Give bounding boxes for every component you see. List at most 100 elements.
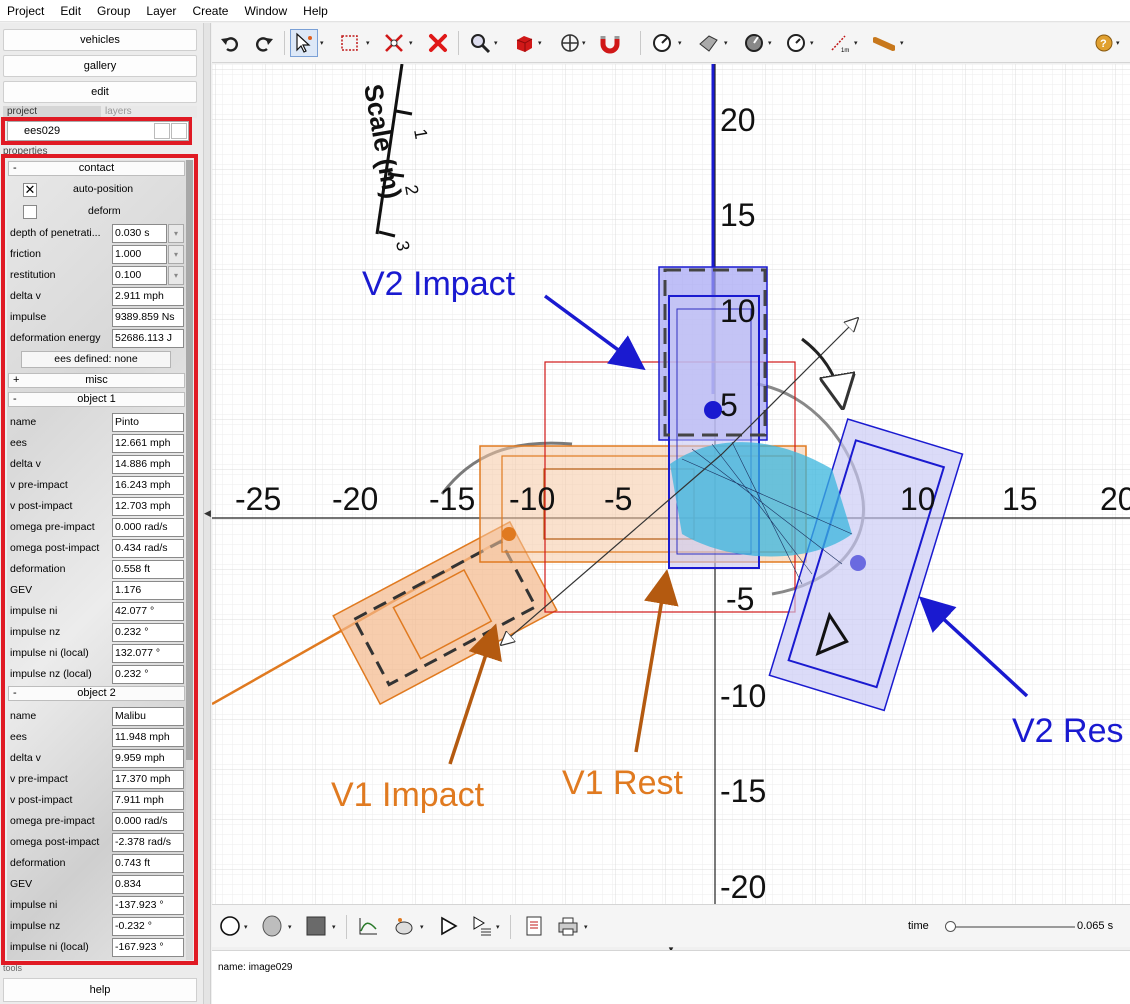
project-lock-toggle[interactable]	[171, 123, 187, 139]
vehicle-tool-button[interactable]	[390, 912, 418, 940]
surface-button[interactable]	[694, 29, 722, 57]
object2-property-value[interactable]: 9.959 mph	[112, 749, 184, 768]
object2-property-value[interactable]: 0.000 rad/s	[112, 812, 184, 831]
menu-layer[interactable]: Layer	[139, 0, 185, 22]
3d-view-button[interactable]	[510, 29, 538, 57]
object2-property-value[interactable]: 11.948 mph	[112, 728, 184, 747]
help-toolbar-button[interactable]: ?	[1090, 29, 1118, 57]
edit-button[interactable]: edit	[3, 81, 197, 103]
vehicles-button[interactable]: vehicles	[3, 29, 197, 51]
project-name-field[interactable]: ees029	[7, 121, 189, 141]
object2-property-label: v pre-impact	[10, 773, 68, 785]
collapse-left-icon[interactable]: ◀	[204, 508, 211, 519]
properties-scrollbar[interactable]	[186, 160, 193, 960]
menu-edit[interactable]: Edit	[53, 0, 90, 22]
undo-button[interactable]	[216, 29, 244, 57]
contact-property-value[interactable]: 9389.859 Ns	[112, 308, 184, 327]
tape-measure-button[interactable]	[870, 29, 898, 57]
project-visibility-toggle[interactable]	[154, 123, 170, 139]
v1-impact-center[interactable]	[502, 527, 516, 541]
play-list-icon	[473, 916, 491, 936]
scene-canvas[interactable]: Scale (m) 1 2 3 -25 -20 -15 -10 -5 10 15…	[212, 64, 1130, 904]
undo-icon	[221, 37, 239, 52]
contact-property-value[interactable]: 1.000	[112, 245, 167, 264]
dropdown-icon[interactable]: ▾	[168, 245, 184, 264]
object1-property-label: name	[10, 416, 37, 428]
speedometer-button[interactable]	[782, 29, 810, 57]
object2-property-label: impulse nz	[10, 920, 61, 932]
object1-property-value[interactable]: 42.077 °	[112, 602, 184, 621]
object2-property-value[interactable]: 7.911 mph	[112, 791, 184, 810]
v2-rest-label: V2 Res	[1012, 712, 1124, 750]
ees-defined-button[interactable]: ees defined: none	[21, 351, 171, 368]
wheel-button[interactable]	[740, 29, 768, 57]
rect-select-button[interactable]	[336, 29, 364, 57]
pan-button[interactable]	[556, 29, 584, 57]
auto-position-checkbox[interactable]: ✕	[23, 183, 37, 197]
delete-points-button[interactable]	[380, 29, 408, 57]
scene-svg[interactable]: Scale (m) 1 2 3 -25 -20 -15 -10 -5 10 15…	[212, 64, 1130, 904]
object1-property-value[interactable]: 14.886 mph	[112, 455, 184, 474]
delete-button[interactable]	[424, 29, 452, 57]
blob-tool-button[interactable]	[258, 912, 286, 940]
fill-color-button[interactable]	[302, 912, 330, 940]
measure-angle-button[interactable]	[648, 29, 676, 57]
object1-property-row: deformation 0.558 ft	[7, 559, 186, 580]
menu-help[interactable]: Help	[296, 0, 337, 22]
v2-rest-center[interactable]	[850, 555, 866, 571]
object1-property-value[interactable]: 12.703 mph	[112, 497, 184, 516]
object2-property-value[interactable]: -137.923 °	[112, 896, 184, 915]
object1-property-value[interactable]: 0.000 rad/s	[112, 518, 184, 537]
help-button[interactable]: help	[3, 978, 197, 1002]
x-tick-label: -20	[332, 481, 378, 517]
circle-tool-button[interactable]	[216, 912, 244, 940]
object1-property-value[interactable]: 1.176	[112, 581, 184, 600]
object1-property-row: v pre-impact 16.243 mph	[7, 475, 186, 496]
section-object2-header[interactable]: - object 2	[8, 686, 185, 701]
section-object1-header[interactable]: - object 1	[8, 392, 185, 407]
zoom-button[interactable]	[466, 29, 494, 57]
play-button[interactable]	[434, 912, 462, 940]
select-tool-button[interactable]	[290, 29, 318, 57]
object1-property-value[interactable]: 0.434 rad/s	[112, 539, 184, 558]
menu-create[interactable]: Create	[185, 0, 237, 22]
object2-property-value[interactable]: -0.232 °	[112, 917, 184, 936]
time-slider-track[interactable]	[945, 926, 1075, 928]
contact-property-value[interactable]: 52686.113 J	[112, 329, 184, 348]
object1-property-value[interactable]: 12.661 mph	[112, 434, 184, 453]
deform-checkbox[interactable]	[23, 205, 37, 219]
object1-property-value[interactable]: 132.077 °	[112, 644, 184, 663]
object2-property-value[interactable]: 0.834	[112, 875, 184, 894]
object1-property-value[interactable]: 0.558 ft	[112, 560, 184, 579]
object1-property-value[interactable]: 16.243 mph	[112, 476, 184, 495]
menu-window[interactable]: Window	[237, 0, 296, 22]
scrollbar-thumb[interactable]	[186, 160, 193, 760]
redo-button[interactable]	[250, 29, 278, 57]
object2-property-value[interactable]: 0.743 ft	[112, 854, 184, 873]
time-slider-knob[interactable]	[945, 921, 956, 932]
print-button[interactable]	[554, 912, 582, 940]
dropdown-icon[interactable]: ▾	[168, 266, 184, 285]
section-contact-header[interactable]: - contact	[8, 161, 185, 176]
report-button[interactable]	[520, 912, 548, 940]
contact-property-value[interactable]: 0.100	[112, 266, 167, 285]
contact-property-value[interactable]: 0.030 s	[112, 224, 167, 243]
object2-property-value[interactable]: -167.923 °	[112, 938, 184, 957]
dropdown-icon[interactable]: ▾	[168, 224, 184, 243]
object2-property-value[interactable]: Malibu	[112, 707, 184, 726]
gallery-button[interactable]: gallery	[3, 55, 197, 77]
object2-property-value[interactable]: 17.370 mph	[112, 770, 184, 789]
menu-group[interactable]: Group	[90, 0, 139, 22]
snap-button[interactable]	[596, 29, 624, 57]
object1-property-value[interactable]: Pinto	[112, 413, 184, 432]
contact-property-value[interactable]: 2.911 mph	[112, 287, 184, 306]
object1-property-value[interactable]: 0.232 °	[112, 623, 184, 642]
playback-options-button[interactable]	[468, 912, 496, 940]
panel-splitter[interactable]: ◀	[203, 23, 211, 1004]
menu-project[interactable]: Project	[0, 0, 53, 22]
scale-button[interactable]: 1m	[826, 29, 854, 57]
object2-property-value[interactable]: -2.378 rad/s	[112, 833, 184, 852]
graph-button[interactable]	[354, 912, 382, 940]
section-misc-header[interactable]: + misc	[8, 373, 185, 388]
object1-property-value[interactable]: 0.232 °	[112, 665, 184, 684]
